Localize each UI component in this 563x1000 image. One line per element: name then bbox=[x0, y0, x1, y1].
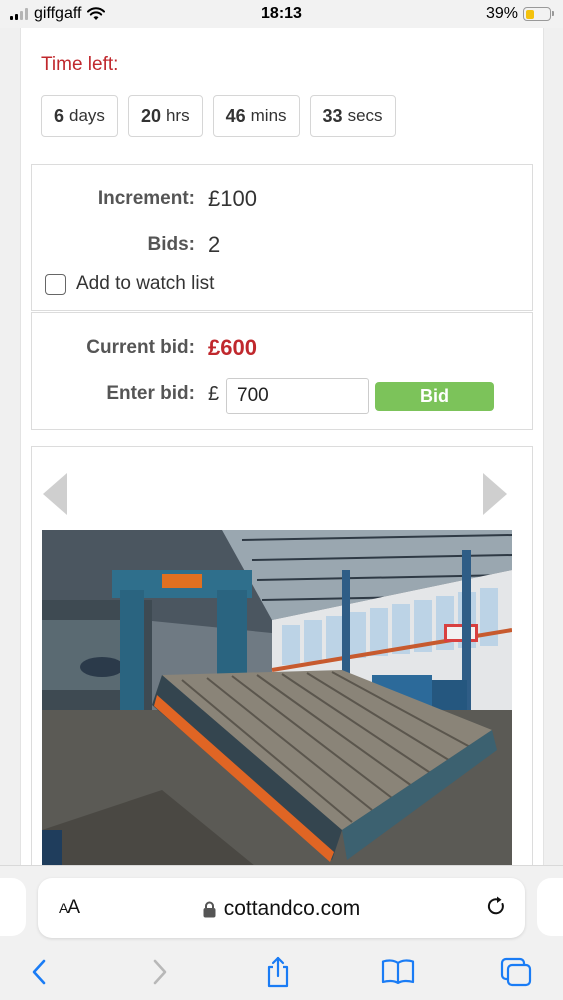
watch-list-toggle[interactable]: Add to watch list bbox=[45, 273, 214, 295]
countdown-days-unit: days bbox=[69, 106, 105, 125]
previous-tab-peek[interactable] bbox=[0, 878, 26, 936]
bid-amount-input[interactable] bbox=[226, 378, 369, 414]
chevron-right-icon[interactable] bbox=[480, 469, 510, 519]
share-icon[interactable] bbox=[258, 954, 298, 990]
url-display[interactable]: cottandco.com bbox=[38, 897, 525, 921]
battery-icon bbox=[523, 7, 554, 21]
increment-label: Increment: bbox=[97, 188, 195, 209]
browser-bottom-bar: AA cottandco.com bbox=[0, 865, 563, 1000]
time-left-label: Time left: bbox=[41, 54, 119, 75]
back-icon[interactable] bbox=[19, 954, 59, 990]
tabs-icon[interactable] bbox=[496, 954, 536, 990]
countdown-mins-unit: mins bbox=[250, 106, 287, 125]
battery-percent: 39% bbox=[485, 5, 518, 22]
countdown-secs-unit: secs bbox=[347, 106, 383, 125]
bid-panel: Current bid: £600 Enter bid: £ Bid bbox=[31, 312, 533, 430]
photo-gallery bbox=[31, 446, 533, 888]
reload-icon[interactable] bbox=[485, 895, 507, 922]
address-bar[interactable]: AA cottandco.com bbox=[38, 878, 525, 938]
watch-list-checkbox[interactable] bbox=[45, 273, 66, 295]
forward-icon[interactable] bbox=[140, 954, 180, 990]
url-text: cottandco.com bbox=[223, 897, 361, 920]
machine-photo[interactable] bbox=[42, 530, 512, 888]
clock: 18:13 bbox=[261, 5, 302, 22]
lock-icon bbox=[203, 901, 216, 917]
increment-value: £100 bbox=[208, 186, 257, 211]
countdown: 6 days 20 hrs 46 mins 33 secs bbox=[41, 95, 396, 137]
countdown-hours-unit: hrs bbox=[165, 106, 190, 125]
chevron-left-icon[interactable] bbox=[40, 469, 70, 519]
status-bar: giffgaff 18:13 39% bbox=[0, 0, 563, 28]
countdown-secs: 33 secs bbox=[309, 95, 396, 137]
countdown-mins-value: 46 bbox=[225, 105, 246, 126]
auction-info-panel: Increment: £100 Bids: 2 Add to watch lis… bbox=[31, 164, 533, 311]
auction-page: Time left: 6 days 20 hrs 46 mins 33 secs… bbox=[20, 28, 544, 888]
browser-toolbar bbox=[0, 954, 563, 990]
current-bid-value: £600 bbox=[208, 335, 257, 360]
enter-bid-label: Enter bid: bbox=[106, 383, 195, 404]
currency-symbol: £ bbox=[208, 383, 220, 405]
countdown-mins: 46 mins bbox=[212, 95, 300, 137]
countdown-secs-value: 33 bbox=[322, 105, 343, 126]
countdown-hours: 20 hrs bbox=[127, 95, 203, 137]
countdown-days-value: 6 bbox=[54, 105, 65, 126]
bid-button[interactable]: Bid bbox=[375, 382, 494, 411]
current-bid-label: Current bid: bbox=[86, 337, 195, 358]
bookmarks-icon[interactable] bbox=[378, 954, 418, 990]
countdown-days: 6 days bbox=[41, 95, 118, 137]
bids-label: Bids: bbox=[147, 234, 196, 255]
countdown-hours-value: 20 bbox=[140, 105, 161, 126]
battery: 39% bbox=[485, 5, 554, 23]
watch-list-label: Add to watch list bbox=[76, 273, 215, 294]
next-tab-peek[interactable] bbox=[537, 878, 563, 936]
bids-value: 2 bbox=[208, 232, 221, 257]
